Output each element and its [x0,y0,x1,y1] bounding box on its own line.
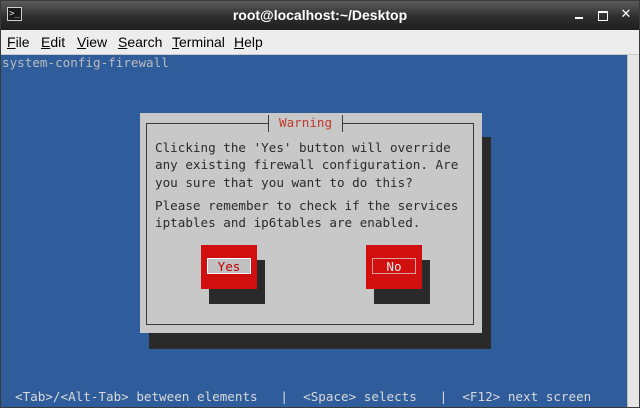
menu-help-mnemonic: H [234,34,245,50]
no-button[interactable]: No [366,245,422,289]
app-title: system-config-firewall [2,55,169,70]
menu-help-label: elp [244,34,263,50]
menu-edit-mnemonic: E [41,34,51,50]
close-button[interactable]: ✕ [618,8,634,22]
terminal-screen[interactable]: system-config-firewall Warning Clicking … [1,55,627,407]
menu-file-label: ile [15,34,30,50]
close-icon: ✕ [620,7,632,22]
keyboard-help-line: <Tab>/<Alt-Tab> between elements | <Spac… [15,389,592,404]
menu-file[interactable]: File [7,34,30,50]
menu-edit-label: dit [50,34,66,50]
menu-view[interactable]: View [77,34,107,50]
menu-search-mnemonic: S [118,34,128,50]
maximize-icon [598,11,608,21]
menu-view-label: iew [86,34,108,50]
menu-terminal-mnemonic: T [172,34,179,50]
terminal-scrollbar[interactable] [627,55,639,407]
dialog-title: Warning [268,115,344,132]
menu-file-mnemonic: F [7,34,16,50]
menu-help[interactable]: Help [234,34,263,50]
warning-dialog: Warning Clicking the 'Yes' button will o… [140,113,482,333]
maximize-button[interactable] [595,8,611,22]
window-title: root@localhost:~/Desktop [232,7,408,23]
menu-terminal-label: erminal [179,34,225,50]
menu-bar: File Edit View Search Terminal Help [1,30,639,55]
menu-search[interactable]: Search [118,34,162,50]
services-reminder: Please remember to check if the services… [155,198,459,231]
menu-search-label: earch [127,34,163,50]
no-button-label: No [372,258,416,274]
terminal-window: >_ root@localhost:~/Desktop ✕ File Edit … [0,0,640,408]
yes-button-label: Yes [207,258,251,274]
menu-terminal[interactable]: Terminal [172,34,225,50]
minimize-button[interactable] [571,8,587,22]
warning-message: Clicking the 'Yes' button will override … [155,140,459,190]
title-bar[interactable]: >_ root@localhost:~/Desktop ✕ [1,1,639,30]
minimize-icon [575,17,583,19]
menu-view-mnemonic: V [77,34,87,50]
menu-edit[interactable]: Edit [41,34,65,50]
yes-button[interactable]: Yes [201,245,257,289]
